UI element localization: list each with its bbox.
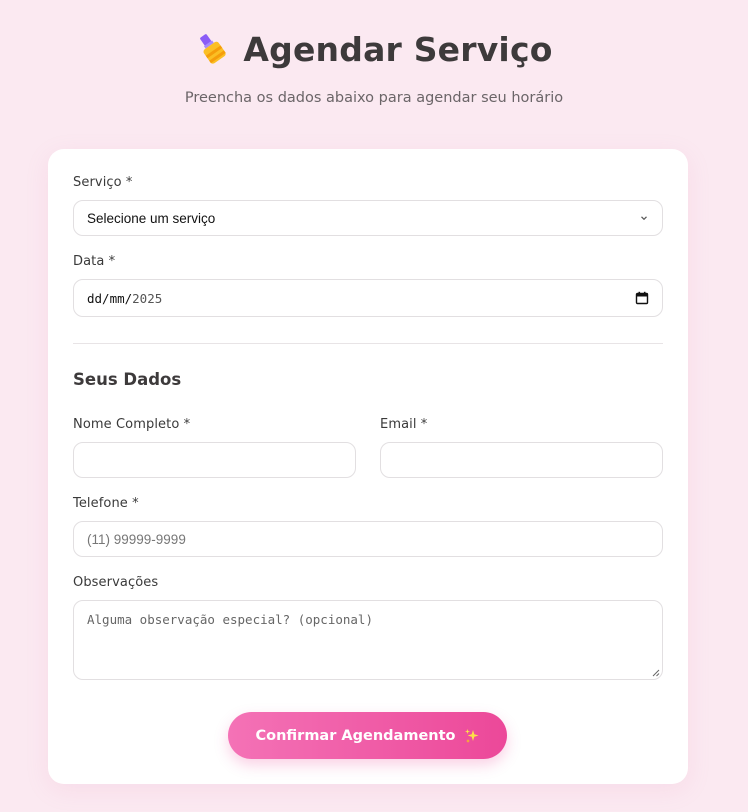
sparkles-icon — [464, 728, 478, 743]
notes-label: Observações — [73, 575, 159, 590]
date-input-value: dd/mm/2025 — [87, 291, 635, 306]
confirm-booking-button[interactable]: Confirmar Agendamento — [228, 712, 507, 759]
notes-textarea[interactable]: Alguma observação especial? (opcional) — [73, 600, 663, 680]
service-select[interactable]: Selecione um serviço — [73, 200, 663, 236]
date-label: Data * — [73, 254, 116, 269]
date-format-text: dd/mm/ — [87, 290, 133, 306]
name-label: Nome Completo * — [73, 417, 191, 432]
email-input[interactable] — [380, 442, 663, 478]
confirm-booking-label: Confirmar Agendamento — [255, 727, 456, 744]
resize-handle-icon[interactable] — [651, 668, 660, 677]
booking-form-card: Serviço * Selecione um serviço Data * dd… — [48, 149, 688, 784]
calendar-icon[interactable] — [635, 291, 649, 305]
service-label: Serviço * — [73, 175, 133, 190]
title-row: Agendar Serviço — [0, 28, 748, 70]
name-input[interactable] — [73, 442, 356, 478]
page-header: Agendar Serviço Preencha os dados abaixo… — [0, 0, 748, 107]
date-input[interactable]: dd/mm/2025 — [73, 279, 663, 317]
section-title-personal-data: Seus Dados — [73, 370, 182, 389]
phone-label: Telefone * — [73, 496, 139, 511]
phone-placeholder: (11) 99999-9999 — [87, 531, 186, 547]
chevron-down-icon — [641, 216, 647, 221]
page-subtitle: Preencha os dados abaixo para agendar se… — [184, 90, 564, 106]
email-label: Email * — [380, 417, 428, 432]
nail-polish-icon — [200, 34, 227, 64]
service-select-value: Selecione um serviço — [87, 210, 216, 226]
phone-input[interactable]: (11) 99999-9999 — [73, 521, 663, 557]
notes-placeholder: Alguma observação especial? (opcional) — [87, 612, 373, 627]
page-title: Agendar Serviço — [243, 29, 553, 69]
date-year-text: 2025 — [132, 290, 163, 306]
section-divider — [73, 343, 663, 344]
